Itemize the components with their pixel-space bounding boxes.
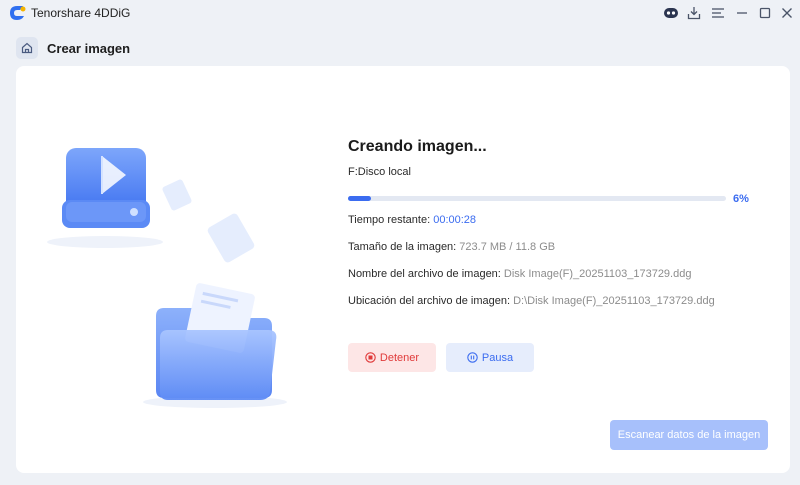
- minimize-icon[interactable]: [732, 3, 752, 23]
- page-title: Crear imagen: [47, 41, 131, 56]
- scan-image-data-button[interactable]: Escanear datos de la imagen: [610, 420, 768, 450]
- source-drive-label: F:Disco local: [348, 166, 411, 178]
- pause-button[interactable]: Pausa: [446, 343, 534, 372]
- home-icon: [21, 42, 33, 54]
- image-filename-value: Disk Image(F)_20251103_173729.ddg: [503, 268, 692, 280]
- progress-bar: [348, 196, 726, 201]
- image-filename-row: Nombre del archivo de imagen: Disk Image…: [348, 268, 691, 280]
- stop-button[interactable]: Detener: [348, 343, 436, 372]
- app-logo-icon: [10, 6, 26, 20]
- time-remaining-row: Tiempo restante: 00:00:28: [348, 214, 476, 226]
- progress-bar-fill: [348, 196, 371, 201]
- app-title: Tenorshare 4DDiG: [31, 6, 131, 20]
- pause-button-label: Pausa: [481, 351, 514, 364]
- maximize-icon[interactable]: [755, 3, 775, 23]
- image-location-label: Ubicación del archivo de imagen:: [348, 295, 511, 307]
- image-location-row: Ubicación del archivo de imagen: D:\Disk…: [348, 295, 715, 307]
- home-button[interactable]: [16, 37, 38, 59]
- status-title: Creando imagen...: [348, 138, 487, 155]
- download-icon[interactable]: [684, 3, 704, 23]
- stop-icon: [365, 352, 376, 363]
- time-remaining-label: Tiempo restante:: [348, 214, 431, 226]
- stop-button-label: Detener: [379, 351, 420, 364]
- menu-icon[interactable]: [708, 3, 728, 23]
- image-size-label: Tamaño de la imagen:: [348, 241, 457, 253]
- close-icon[interactable]: [777, 3, 797, 23]
- image-location-value: D:\Disk Image(F)_20251103_173729.ddg: [513, 295, 715, 307]
- progress-percent: 6%: [733, 193, 749, 205]
- image-size-value: 723.7 MB / 11.8 GB: [459, 241, 556, 253]
- title-bar: Tenorshare 4DDiG: [0, 0, 800, 26]
- disk-to-folder-illustration: [47, 148, 287, 408]
- ai-assistant-icon[interactable]: [661, 3, 681, 23]
- time-remaining-value: 00:00:28: [433, 214, 477, 226]
- image-filename-label: Nombre del archivo de imagen:: [348, 268, 501, 280]
- image-size-row: Tamaño de la imagen: 723.7 MB / 11.8 GB: [348, 241, 555, 253]
- pause-icon: [467, 352, 478, 363]
